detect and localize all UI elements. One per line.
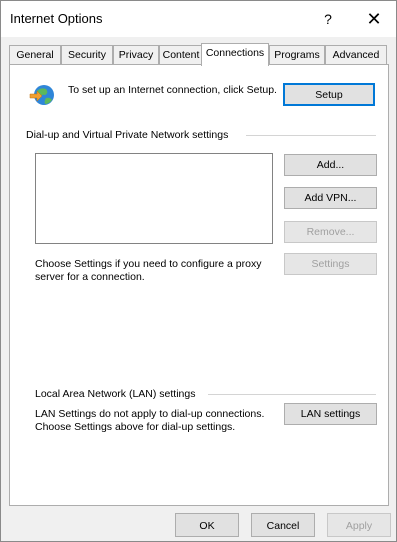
connections-listbox[interactable] <box>35 153 273 244</box>
lan-divider <box>208 394 376 395</box>
connections-panel: To set up an Internet connection, click … <box>9 64 389 506</box>
lan-settings-button[interactable]: LAN settings <box>284 403 377 425</box>
tab-strip: General Security Privacy Content Connect… <box>9 43 389 66</box>
tab-privacy[interactable]: Privacy <box>113 45 159 64</box>
setup-button[interactable]: Setup <box>283 83 375 106</box>
tab-advanced[interactable]: Advanced <box>325 45 387 64</box>
tab-content[interactable]: Content <box>159 45 203 64</box>
window-title: Internet Options <box>10 11 103 26</box>
internet-options-dialog: Internet Options ? ✕ General Security Pr… <box>0 0 397 542</box>
ok-button[interactable]: OK <box>175 513 239 537</box>
dialup-divider <box>246 135 376 136</box>
settings-button[interactable]: Settings <box>284 253 377 275</box>
title-bar: Internet Options ? ✕ <box>1 1 396 37</box>
tab-general[interactable]: General <box>9 45 61 64</box>
add-vpn-button[interactable]: Add VPN... <box>284 187 377 209</box>
cancel-button[interactable]: Cancel <box>251 513 315 537</box>
dialup-section-heading: Dial-up and Virtual Private Network sett… <box>26 129 231 142</box>
remove-button[interactable]: Remove... <box>284 221 377 243</box>
close-button[interactable]: ✕ <box>361 7 387 31</box>
lan-section-heading: Local Area Network (LAN) settings <box>35 388 198 401</box>
setup-description: To set up an Internet connection, click … <box>68 84 277 96</box>
globe-network-icon <box>29 85 54 105</box>
add-button[interactable]: Add... <box>284 154 377 176</box>
apply-button[interactable]: Apply <box>327 513 391 537</box>
lan-description: LAN Settings do not apply to dial-up con… <box>35 408 265 433</box>
tab-connections[interactable]: Connections <box>201 43 269 66</box>
help-button[interactable]: ? <box>319 9 337 29</box>
tab-security[interactable]: Security <box>61 45 113 64</box>
tab-programs[interactable]: Programs <box>269 45 325 64</box>
proxy-description: Choose Settings if you need to configure… <box>35 258 262 283</box>
